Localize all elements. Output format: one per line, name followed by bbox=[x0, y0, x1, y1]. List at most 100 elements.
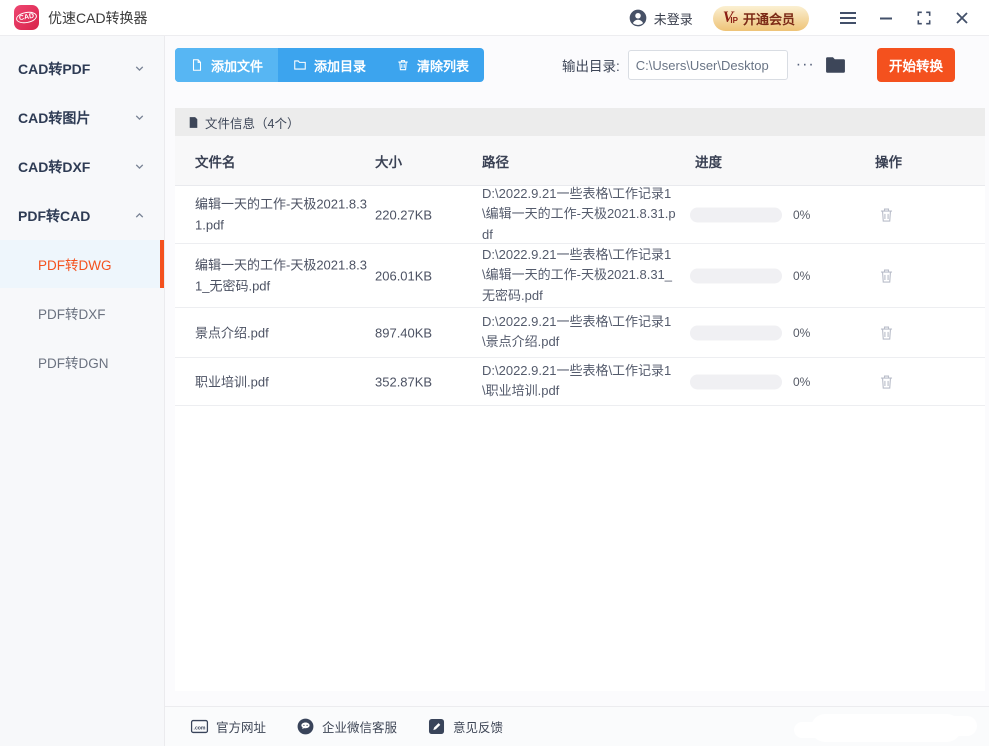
watermark-blur bbox=[811, 714, 961, 742]
sidebar-item-label: CAD转DXF bbox=[18, 157, 90, 177]
progress-bar bbox=[690, 325, 782, 340]
clear-list-button[interactable]: 清除列表 bbox=[381, 48, 484, 82]
sidebar-subitem-pdf-to-dwg[interactable]: PDF转DWG bbox=[0, 240, 164, 288]
table-row: 编辑一天的工作-天极2021.8.31.pdf 220.27KB D:\2022… bbox=[175, 186, 985, 244]
footer-bar: .com 官方网址 企业微信客服 意见反馈 bbox=[165, 706, 989, 746]
output-directory-input[interactable] bbox=[628, 50, 788, 80]
table-row: 景点介绍.pdf 897.40KB D:\2022.9.21一些表格\工作记录1… bbox=[175, 308, 985, 358]
chevron-down-icon bbox=[133, 62, 146, 75]
file-table: 文件信息（4个） 文件名 大小 路径 进度 操作 编辑一天的工作-天极2021.… bbox=[175, 108, 985, 691]
maximize-button[interactable] bbox=[909, 0, 939, 36]
close-button[interactable] bbox=[947, 0, 977, 36]
folder-icon bbox=[293, 58, 307, 72]
open-folder-button[interactable] bbox=[825, 56, 846, 74]
file-size: 220.27KB bbox=[375, 207, 432, 222]
chevron-down-icon bbox=[133, 111, 146, 124]
file-size: 897.40KB bbox=[375, 325, 432, 340]
titlebar-controls: 未登录 VIP 开通会员 bbox=[628, 0, 977, 36]
file-info-label: 文件信息（4个） bbox=[205, 113, 299, 132]
add-directory-label: 添加目录 bbox=[314, 56, 366, 75]
feedback-label: 意见反馈 bbox=[453, 717, 503, 736]
trash-icon bbox=[396, 58, 410, 72]
sidebar-subitem-pdf-to-dxf[interactable]: PDF转DXF bbox=[0, 288, 164, 337]
sidebar-item-cad-to-image[interactable]: CAD转图片 bbox=[0, 93, 164, 142]
menu-button[interactable] bbox=[833, 0, 863, 36]
add-directory-button[interactable]: 添加目录 bbox=[278, 48, 381, 82]
minimize-icon bbox=[879, 11, 893, 25]
vip-label: 开通会员 bbox=[743, 9, 795, 28]
login-button[interactable]: 未登录 bbox=[628, 8, 693, 28]
vip-icon: VIP bbox=[723, 10, 738, 26]
feedback-link[interactable]: 意见反馈 bbox=[427, 717, 503, 736]
sidebar-item-pdf-to-cad[interactable]: PDF转CAD bbox=[0, 191, 164, 240]
progress-percent: 0% bbox=[793, 208, 810, 222]
file-name: 编辑一天的工作-天极2021.8.31.pdf bbox=[195, 193, 367, 236]
file-name: 编辑一天的工作-天极2021.8.31_无密码.pdf bbox=[195, 254, 367, 297]
file-info-bar: 文件信息（4个） bbox=[175, 108, 985, 136]
feedback-pen-icon bbox=[427, 717, 446, 736]
official-website-link[interactable]: .com 官方网址 bbox=[190, 717, 266, 736]
folder-dark-icon bbox=[825, 56, 846, 74]
file-size: 206.01KB bbox=[375, 268, 432, 283]
file-name: 职业培训.pdf bbox=[195, 371, 367, 392]
clear-list-label: 清除列表 bbox=[417, 56, 469, 75]
file-actions-group: 添加文件 添加目录 清除列表 bbox=[175, 48, 484, 82]
trash-icon bbox=[877, 266, 896, 285]
watermark-blur bbox=[941, 716, 977, 736]
sidebar-item-label: CAD转图片 bbox=[18, 108, 90, 128]
sidebar-subitem-pdf-to-dgn[interactable]: PDF转DGN bbox=[0, 337, 164, 386]
wechat-support-link[interactable]: 企业微信客服 bbox=[296, 717, 397, 736]
add-file-label: 添加文件 bbox=[211, 56, 263, 75]
maximize-icon bbox=[917, 11, 931, 25]
main-panel: 添加文件 添加目录 清除列表 输出目录: ··· bbox=[165, 36, 989, 746]
titlebar: CAD 优速CAD转换器 未登录 VIP 开通会员 bbox=[0, 0, 989, 36]
file-name: 景点介绍.pdf bbox=[195, 322, 367, 343]
app-title: 优速CAD转换器 bbox=[48, 8, 148, 28]
progress-bar bbox=[690, 268, 782, 283]
trash-icon bbox=[877, 323, 896, 342]
delete-row-button[interactable] bbox=[877, 205, 896, 224]
chevron-up-icon bbox=[133, 209, 146, 222]
wechat-chat-icon bbox=[296, 717, 315, 736]
login-status: 未登录 bbox=[654, 9, 693, 28]
progress-percent: 0% bbox=[793, 375, 810, 389]
progress-bar bbox=[690, 374, 782, 389]
progress-percent: 0% bbox=[793, 269, 810, 283]
progress-percent: 0% bbox=[793, 326, 810, 340]
table-header-row: 文件名 大小 路径 进度 操作 bbox=[175, 136, 985, 186]
trash-icon bbox=[877, 205, 896, 224]
start-convert-button[interactable]: 开始转换 bbox=[877, 48, 955, 82]
browse-more-button[interactable]: ··· bbox=[796, 57, 815, 73]
delete-row-button[interactable] bbox=[877, 266, 896, 285]
progress-bar bbox=[690, 207, 782, 222]
delete-row-button[interactable] bbox=[877, 323, 896, 342]
output-directory-group: 输出目录: ··· bbox=[562, 48, 846, 82]
sidebar: CAD转PDF CAD转图片 CAD转DXF PDF转CAD PDF转DWG bbox=[0, 36, 165, 746]
close-icon bbox=[955, 11, 969, 25]
trash-icon bbox=[877, 372, 896, 391]
app-logo-text: CAD bbox=[15, 10, 38, 25]
column-header-progress: 进度 bbox=[695, 151, 722, 171]
add-file-button[interactable]: 添加文件 bbox=[175, 48, 278, 82]
chevron-down-icon bbox=[133, 160, 146, 173]
sidebar-subitem-label: PDF转DGN bbox=[38, 352, 109, 372]
sidebar-item-label: CAD转PDF bbox=[18, 59, 90, 79]
minimize-button[interactable] bbox=[871, 0, 901, 36]
delete-row-button[interactable] bbox=[877, 372, 896, 391]
sidebar-subitem-label: PDF转DWG bbox=[38, 254, 112, 274]
sidebar-item-cad-to-pdf[interactable]: CAD转PDF bbox=[0, 44, 164, 93]
sidebar-item-label: PDF转CAD bbox=[18, 206, 90, 226]
file-size: 352.87KB bbox=[375, 374, 432, 389]
file-icon bbox=[190, 58, 204, 72]
table-row: 编辑一天的工作-天极2021.8.31_无密码.pdf 206.01KB D:\… bbox=[175, 244, 985, 308]
file-path: D:\2022.9.21一些表格\工作记录1\职业培训.pdf bbox=[482, 361, 676, 403]
vip-upgrade-button[interactable]: VIP 开通会员 bbox=[713, 6, 809, 31]
table-row: 职业培训.pdf 352.87KB D:\2022.9.21一些表格\工作记录1… bbox=[175, 358, 985, 406]
sidebar-subitem-label: PDF转DXF bbox=[38, 303, 106, 323]
column-header-size: 大小 bbox=[375, 151, 402, 171]
com-domain-icon: .com bbox=[190, 717, 209, 736]
file-path: D:\2022.9.21一些表格\工作记录1\编辑一天的工作-天极2021.8.… bbox=[482, 244, 676, 306]
sidebar-item-cad-to-dxf[interactable]: CAD转DXF bbox=[0, 142, 164, 191]
document-icon bbox=[187, 116, 200, 129]
output-directory-label: 输出目录: bbox=[562, 55, 620, 75]
